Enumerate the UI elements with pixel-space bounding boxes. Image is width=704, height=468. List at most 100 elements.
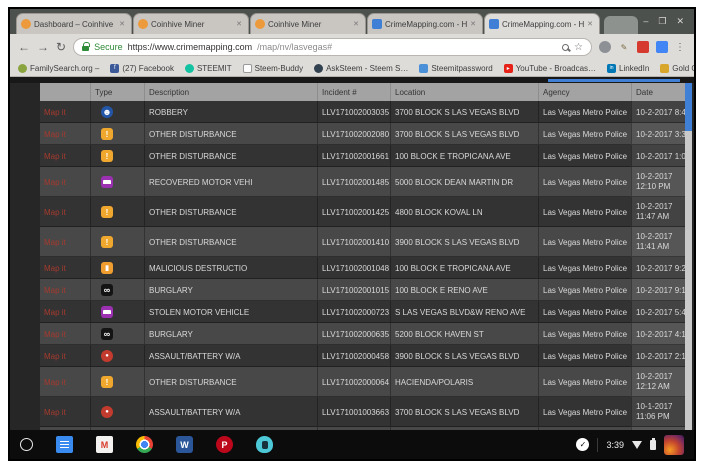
type-icon <box>101 236 113 248</box>
map-it-link[interactable]: Map it <box>40 323 90 345</box>
extension-blue-icon[interactable] <box>656 41 668 53</box>
reload-button[interactable]: ↻ <box>56 41 66 53</box>
bookmark-favicon-icon <box>419 63 429 73</box>
cell-location: S LAS VEGAS BLVD&W RENO AVE <box>390 301 538 323</box>
table-row[interactable]: Map it OTHER DISTURBANCE LLV171002001425… <box>40 197 692 227</box>
cell-agency: Las Vegas Metro Police <box>538 197 631 227</box>
bookmark-item[interactable]: AskSteem - Steem S… <box>314 63 408 73</box>
cell-incident: LLV171002001015 <box>317 279 390 301</box>
minimize-button[interactable]: – <box>643 16 648 27</box>
close-button[interactable]: ✕ <box>676 16 684 27</box>
map-it-link[interactable]: Map it <box>40 345 90 367</box>
shelf-app-icon[interactable]: M <box>96 436 113 453</box>
table-row[interactable]: Map it OTHER DISTURBANCE LLV171002001661… <box>40 145 692 167</box>
browser-tab[interactable]: Dashboard – Coinhive ✕ <box>16 13 132 34</box>
bookmark-item[interactable]: ▸ YouTube - Broadcas… <box>503 63 596 73</box>
check-circle-icon[interactable]: ✓ <box>576 438 590 451</box>
table-row[interactable]: Map it OTHER DISTURBANCE LLV171002000064… <box>40 367 692 397</box>
tab-close-icon[interactable]: ✕ <box>351 19 361 29</box>
bookmark-star-icon[interactable]: ☆ <box>574 42 583 53</box>
table-row[interactable]: Map it OTHER DISTURBANCE LLV171002002080… <box>40 123 692 145</box>
map-it-link[interactable]: Map it <box>40 197 90 227</box>
table-row[interactable]: Map it STOLEN MOTOR VEHICLE LLV171002000… <box>40 301 692 323</box>
cell-agency: Las Vegas Metro Police <box>538 101 631 123</box>
tab-close-icon[interactable]: ✕ <box>585 19 595 29</box>
new-tab-button[interactable] <box>604 16 638 34</box>
secure-label: Secure <box>94 42 123 52</box>
header-description[interactable]: Description <box>144 83 317 101</box>
map-it-link[interactable]: Map it <box>40 427 90 430</box>
bookmarks-bar: FamilySearch.org – f (27) Facebook STEEM… <box>10 60 694 77</box>
bookmark-item[interactable]: STEEMIT <box>184 63 232 73</box>
bookmark-item[interactable]: f (27) Facebook <box>110 63 174 73</box>
bookmark-item[interactable]: FamilySearch.org – <box>18 63 99 73</box>
tab-close-icon[interactable]: ✕ <box>468 19 478 29</box>
browser-toolbar: ← → ↻ Secure https://www.crimemapping.co… <box>10 34 694 60</box>
scrollbar-thumb[interactable] <box>685 83 692 131</box>
map-it-link[interactable]: Map it <box>40 397 90 427</box>
browser-tab[interactable]: Coinhive Miner ✕ <box>133 13 249 34</box>
map-it-link[interactable]: Map it <box>40 301 90 323</box>
extension-gray-icon[interactable] <box>599 41 611 53</box>
header-date[interactable]: Date <box>631 83 692 101</box>
address-bar[interactable]: Secure https://www.crimemapping.com /map… <box>73 38 592 56</box>
header-incident[interactable]: Incident # <box>317 83 390 101</box>
extension-red-icon[interactable] <box>637 41 649 53</box>
browser-tab[interactable]: CrimeMapping.com - H… ✕ <box>367 13 483 34</box>
map-it-link[interactable]: Map it <box>40 257 90 279</box>
table-row[interactable]: Map it RECOVERED MOTOR VEHI LLV171002001… <box>40 167 692 197</box>
map-it-link[interactable]: Map it <box>40 167 90 197</box>
header-type[interactable]: Type <box>90 83 144 101</box>
map-it-link[interactable]: Map it <box>40 145 90 167</box>
table-row[interactable]: Map it ASSAULT/BATTERY W/A LLV1710010035… <box>40 427 692 430</box>
shelf-app-icon[interactable] <box>256 436 273 453</box>
wifi-icon[interactable] <box>632 440 642 449</box>
table-row[interactable]: Map it BURGLARY LLV171002001015 100 BLOC… <box>40 279 692 301</box>
back-button[interactable]: ← <box>18 41 30 53</box>
scrollbar-track[interactable] <box>685 83 692 430</box>
bookmark-item[interactable]: Steem-Buddy <box>242 63 303 73</box>
shelf-app-icon[interactable]: W <box>176 436 193 453</box>
battery-icon[interactable] <box>650 437 656 450</box>
browser-tab[interactable]: CrimeMapping.com - H… ✕ <box>484 13 600 34</box>
avatar[interactable] <box>664 434 684 455</box>
browser-menu-icon[interactable]: ⋮ <box>675 42 686 53</box>
header-map[interactable] <box>40 83 90 101</box>
bookmark-item[interactable]: Steemitpassword <box>419 63 493 73</box>
browser-tab[interactable]: Coinhive Miner ✕ <box>250 13 366 34</box>
tab-close-icon[interactable]: ✕ <box>234 19 244 29</box>
table-row[interactable]: Map it ASSAULT/BATTERY W/A LLV1710020004… <box>40 345 692 367</box>
tab-close-icon[interactable]: ✕ <box>117 19 127 29</box>
table-row[interactable]: Map it ASSAULT/BATTERY W/A LLV1710010036… <box>40 397 692 427</box>
blue-bar-fragment <box>548 79 680 82</box>
map-it-link[interactable]: Map it <box>40 367 90 397</box>
map-it-link[interactable]: Map it <box>40 227 90 257</box>
type-icon <box>101 306 113 318</box>
map-it-link[interactable]: Map it <box>40 101 90 123</box>
header-agency[interactable]: Agency <box>538 83 631 101</box>
restore-button[interactable]: ❐ <box>658 16 666 27</box>
map-it-link[interactable]: Map it <box>40 123 90 145</box>
cell-date: 10-2-2017 5:44 AM <box>631 301 692 323</box>
cell-location: HACIENDA/POLARIS <box>390 367 538 397</box>
clock[interactable]: 3:39 <box>606 440 624 450</box>
status-tray[interactable]: ✓ 3:39 <box>576 434 684 455</box>
search-icon[interactable] <box>562 43 570 51</box>
shelf-app-icon[interactable] <box>20 438 33 451</box>
forward-button[interactable]: → <box>37 41 49 53</box>
shelf-app-icon[interactable] <box>136 436 153 453</box>
table-row[interactable]: Map it MALICIOUS DESTRUCTIO LLV171002001… <box>40 257 692 279</box>
bookmark-item[interactable]: in LinkedIn <box>607 63 649 73</box>
cell-agency: Las Vegas Metro Police <box>538 167 631 197</box>
shelf-app-icon[interactable]: P <box>216 436 233 453</box>
shelf-app-icon[interactable] <box>56 436 73 453</box>
tab-favicon-icon <box>489 19 499 29</box>
map-it-link[interactable]: Map it <box>40 279 90 301</box>
table-row[interactable]: Map it ROBBERY LLV171002003035 3700 BLOC… <box>40 101 692 123</box>
bookmark-favicon-icon: f <box>110 63 120 73</box>
bookmark-item[interactable]: Gold Gram Calculato… <box>660 63 694 73</box>
table-row[interactable]: Map it OTHER DISTURBANCE LLV171002001410… <box>40 227 692 257</box>
header-location[interactable]: Location <box>390 83 538 101</box>
extension-pencil-icon[interactable]: ✎ <box>618 41 630 53</box>
table-row[interactable]: Map it BURGLARY LLV171002000635 5200 BLO… <box>40 323 692 345</box>
